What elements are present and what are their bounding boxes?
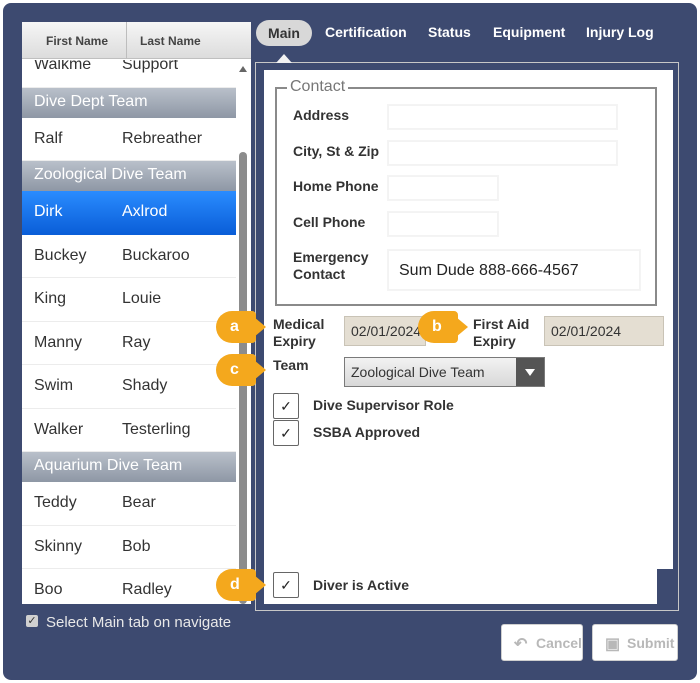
home-phone-field[interactable] [388,176,498,200]
first-name-cell: Boo [34,581,63,598]
list-row[interactable]: King Louie [22,278,236,322]
first-name-cell: Skinny [34,537,83,555]
cell-phone-field[interactable] [388,212,498,236]
address-label: Address [293,107,350,123]
list-row[interactable]: Manny Ray [22,322,236,365]
cancel-button[interactable]: ↶ Cancel [501,624,583,661]
first-name-cell: Teddy [34,494,77,511]
last-name-cell: Rebreather [122,129,203,147]
floppy-disk-icon: ▣ [605,636,621,653]
last-name-cell: Louie [122,290,162,307]
list-row[interactable]: Swim Shady [22,365,236,409]
diver-active-checkbox[interactable]: ✓ [273,572,299,598]
list-row-selected[interactable]: Dirk Axlrod [22,191,236,235]
last-name-cell: Bob [122,537,151,555]
scroll-up-arrow-icon[interactable] [239,66,247,72]
emergency-label-line1: Emergency [293,249,369,265]
list-row[interactable]: Buckey Buckaroo [22,235,236,278]
submit-label: Submit [627,635,675,651]
home-phone-label: Home Phone [293,178,379,194]
city-label: City, St & Zip [293,143,380,159]
active-tab-pointer [276,54,292,63]
address-field[interactable] [388,105,617,129]
first-name-cell: Ralf [34,129,63,147]
diver-list-panel: First Name Last Name Walkme Support Dive D… [22,22,251,604]
column-separator [126,22,127,59]
last-name-cell: Support [122,60,179,73]
tab-main[interactable]: Main [256,20,312,46]
callout-c: c [216,354,266,386]
last-name-cell: Ray [122,333,151,351]
list-group-header: Dive Dept Team [22,87,236,118]
medical-expiry-label-line2: Expiry [273,333,316,349]
list-body: Walkme Support Dive Dept Team Ralf Rebreathe… [22,60,236,604]
first-name-cell: King [34,290,67,307]
first-name-cell: Walker [34,420,84,438]
list-row[interactable]: Boo Radley [22,569,236,604]
list-group-header: Aquarium Dive Team [22,452,236,482]
last-name-cell: Axlrod [122,203,168,220]
list-row[interactable]: Ralf Rebreather [22,118,236,161]
medical-expiry-label-line1: Medical [273,316,325,332]
team-select-value: Zoological Dive Team [351,364,485,380]
first-name-cell: Manny [34,333,83,351]
last-name-cell: Buckaroo [122,246,190,264]
select-main-tab-checkbox[interactable]: ✓ [26,615,38,627]
first-aid-expiry-label-line2: Expiry [473,333,516,349]
callout-b: b [418,311,468,343]
first-name-cell: Walkme [34,60,92,73]
list-header: First Name Last Name [22,22,251,59]
first-name-cell: Dirk [34,203,63,220]
last-name-cell: Shady [122,377,168,394]
form-corner-gap [657,569,673,604]
emergency-contact-field[interactable]: Sum Dude 888-666-4567 [388,250,640,290]
last-name-cell: Bear [122,494,156,511]
chevron-down-icon[interactable] [516,358,544,386]
tab-status[interactable]: Status [428,24,471,40]
dive-supervisor-checkbox[interactable]: ✓ [273,393,299,419]
team-label: Team [273,357,309,373]
team-select[interactable]: Zoological Dive Team [344,357,545,387]
tab-equipment[interactable]: Equipment [493,24,565,40]
undo-arrow-icon: ↶ [514,636,528,653]
list-row[interactable]: Teddy Bear [22,482,236,526]
list-row[interactable]: Walkme Support [22,60,236,88]
tab-certification[interactable]: Certification [325,24,407,40]
column-header-first-name[interactable]: First Name [46,34,108,48]
first-name-cell: Buckey [34,246,87,264]
callout-d: d [216,569,266,601]
contact-legend: Contact [287,78,349,96]
list-group-header: Zoological Dive Team [22,161,236,191]
city-field[interactable] [388,141,617,165]
medical-expiry-field[interactable]: 02/01/2024 [344,316,426,346]
list-row[interactable]: Skinny Bob [22,526,236,569]
dive-supervisor-label: Dive Supervisor Role [313,397,454,413]
cell-phone-label: Cell Phone [293,214,366,230]
last-name-cell: Radley [122,581,172,598]
ssba-approved-label: SSBA Approved [313,424,421,440]
first-name-cell: Swim [34,377,74,394]
ssba-approved-checkbox[interactable]: ✓ [273,420,299,446]
diver-active-label: Diver is Active [313,577,409,593]
list-row[interactable]: Walker Testerling [22,409,236,452]
emergency-label-line2: Contact [293,266,346,282]
last-name-cell: Testerling [122,420,191,438]
cancel-label: Cancel [536,635,582,651]
first-aid-expiry-field[interactable]: 02/01/2024 [544,316,664,346]
select-main-tab-label: Select Main tab on navigate [46,614,232,631]
tab-injury-log[interactable]: Injury Log [586,24,654,40]
callout-a: a [216,311,266,343]
column-header-last-name[interactable]: Last Name [140,34,201,48]
first-aid-expiry-label-line1: First Aid [473,316,530,332]
list-rows: Walkme Support Dive Dept Team Ralf Rebreathe… [22,60,236,604]
submit-button[interactable]: ▣ Submit [592,624,678,661]
